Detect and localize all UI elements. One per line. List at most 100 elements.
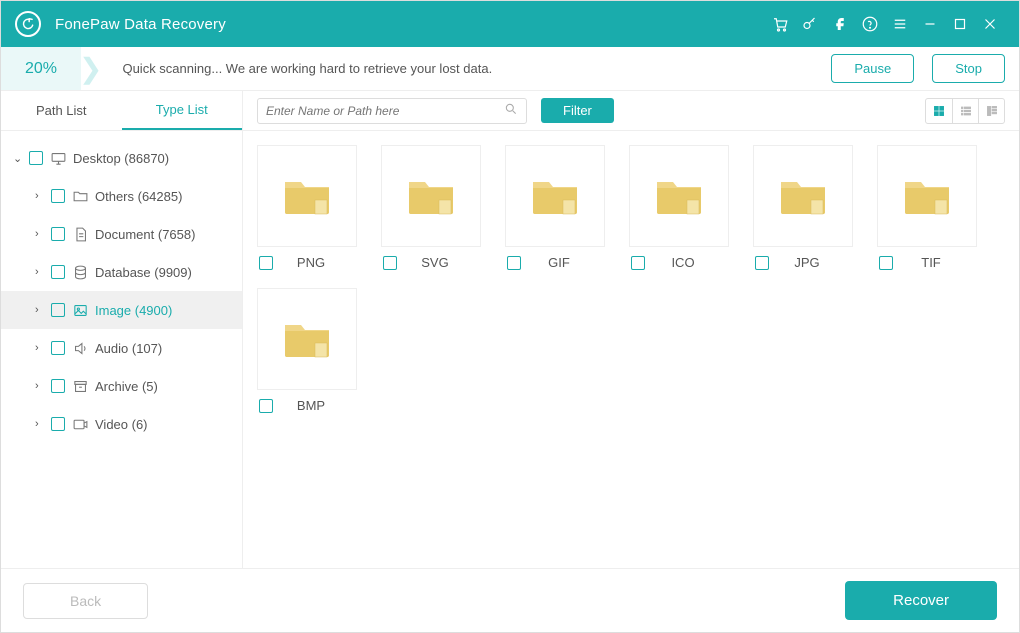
cart-icon[interactable]	[765, 9, 795, 39]
video-icon	[71, 415, 89, 433]
search-input[interactable]	[266, 104, 504, 118]
caret-right-icon: ›	[35, 342, 45, 354]
tree-item-image[interactable]: › Image (4900)	[1, 291, 242, 329]
progress-status: Quick scanning... We are working hard to…	[122, 61, 492, 76]
main: Filter PNG SVG GIF ICO JPG TIF BMP	[243, 91, 1019, 568]
tree-item-folder[interactable]: › Others (64285)	[1, 177, 242, 215]
tree-item-document[interactable]: › Document (7658)	[1, 215, 242, 253]
document-icon	[71, 225, 89, 243]
folder-label: GIF	[529, 255, 605, 270]
checkbox[interactable]	[879, 256, 893, 270]
checkbox[interactable]	[51, 417, 65, 431]
view-grid-icon[interactable]	[926, 99, 952, 123]
back-button[interactable]: Back	[23, 583, 148, 619]
tree-item-archive[interactable]: ›Archive (5)	[1, 367, 242, 405]
folder-thumbnail	[877, 145, 977, 247]
folder-thumbnail	[257, 145, 357, 247]
folder-label: PNG	[281, 255, 357, 270]
caret-right-icon: ›	[35, 418, 45, 430]
folder-card[interactable]: GIF	[505, 145, 605, 270]
caret-right-icon: ›	[35, 304, 45, 316]
view-detail-icon[interactable]	[978, 99, 1004, 123]
tree: ⌄ Desktop (86870) › Others (64285) › Docume…	[1, 131, 242, 451]
toolbar: Filter	[243, 91, 1019, 131]
checkbox[interactable]	[383, 256, 397, 270]
checkbox[interactable]	[51, 265, 65, 279]
folder-card[interactable]: PNG	[257, 145, 357, 270]
checkbox[interactable]	[259, 256, 273, 270]
minimize-icon[interactable]	[915, 9, 945, 39]
tree-label: Desktop (86870)	[73, 151, 169, 166]
tab-type-list[interactable]: Type List	[122, 91, 243, 130]
folder-label: JPG	[777, 255, 853, 270]
tree-label: Database (9909)	[95, 265, 192, 280]
tree-label: Document (7658)	[95, 227, 195, 242]
folder-card[interactable]: JPG	[753, 145, 853, 270]
checkbox[interactable]	[755, 256, 769, 270]
database-icon	[71, 263, 89, 281]
footer: Back Recover	[1, 568, 1019, 632]
key-icon[interactable]	[795, 9, 825, 39]
desktop-icon	[49, 149, 67, 167]
view-toggle	[925, 98, 1005, 124]
tree-root-desktop[interactable]: ⌄ Desktop (86870)	[1, 139, 242, 177]
checkbox[interactable]	[631, 256, 645, 270]
folder-thumbnail	[753, 145, 853, 247]
checkbox[interactable]	[507, 256, 521, 270]
search-input-wrap[interactable]	[257, 98, 527, 124]
archive-icon	[71, 377, 89, 395]
tree-item-audio[interactable]: › Audio (107)	[1, 329, 242, 367]
maximize-icon[interactable]	[945, 9, 975, 39]
image-icon	[71, 301, 89, 319]
tree-label: Image (4900)	[95, 303, 172, 318]
help-icon[interactable]	[855, 9, 885, 39]
checkbox[interactable]	[51, 379, 65, 393]
facebook-icon[interactable]	[825, 9, 855, 39]
caret-right-icon: ›	[35, 266, 45, 278]
menu-icon[interactable]	[885, 9, 915, 39]
checkbox[interactable]	[51, 227, 65, 241]
progress-bar: 20% ❯ Quick scanning... We are working h…	[1, 47, 1019, 91]
app-title: FonePaw Data Recovery	[55, 16, 226, 33]
caret-down-icon: ⌄	[13, 152, 23, 165]
folder-label: SVG	[405, 255, 481, 270]
titlebar: FonePaw Data Recovery	[1, 1, 1019, 47]
close-icon[interactable]	[975, 9, 1005, 39]
caret-right-icon: ›	[35, 380, 45, 392]
caret-right-icon: ›	[35, 228, 45, 240]
tree-item-video[interactable]: › Video (6)	[1, 405, 242, 443]
folder-thumbnail	[505, 145, 605, 247]
tree-label: Audio (107)	[95, 341, 162, 356]
checkbox[interactable]	[29, 151, 43, 165]
caret-right-icon: ›	[35, 190, 45, 202]
folder-label: ICO	[653, 255, 729, 270]
chevron-right-icon: ❯	[79, 55, 102, 83]
folder-label: TIF	[901, 255, 977, 270]
folder-card[interactable]: ICO	[629, 145, 729, 270]
tab-path-list[interactable]: Path List	[1, 91, 122, 130]
tree-label: Others (64285)	[95, 189, 182, 204]
recover-button[interactable]: Recover	[845, 581, 997, 620]
checkbox[interactable]	[51, 303, 65, 317]
checkbox[interactable]	[259, 399, 273, 413]
view-list-icon[interactable]	[952, 99, 978, 123]
search-icon[interactable]	[504, 102, 518, 119]
checkbox[interactable]	[51, 341, 65, 355]
folder-card[interactable]: SVG	[381, 145, 481, 270]
folder-thumbnail	[257, 288, 357, 390]
filter-button[interactable]: Filter	[541, 98, 614, 123]
stop-button[interactable]: Stop	[932, 54, 1005, 83]
sidebar: Path List Type List ⌄ Desktop (86870) › O…	[1, 91, 243, 568]
folder-card[interactable]: BMP	[257, 288, 357, 413]
logo-icon	[21, 17, 35, 31]
folder-card[interactable]: TIF	[877, 145, 977, 270]
tree-label: Video (6)	[95, 417, 148, 432]
folder-thumbnail	[381, 145, 481, 247]
folder-icon	[71, 187, 89, 205]
folder-thumbnail	[629, 145, 729, 247]
results-grid: PNG SVG GIF ICO JPG TIF BMP	[243, 131, 1019, 427]
checkbox[interactable]	[51, 189, 65, 203]
pause-button[interactable]: Pause	[831, 54, 914, 83]
app-logo	[15, 11, 41, 37]
tree-item-database[interactable]: › Database (9909)	[1, 253, 242, 291]
